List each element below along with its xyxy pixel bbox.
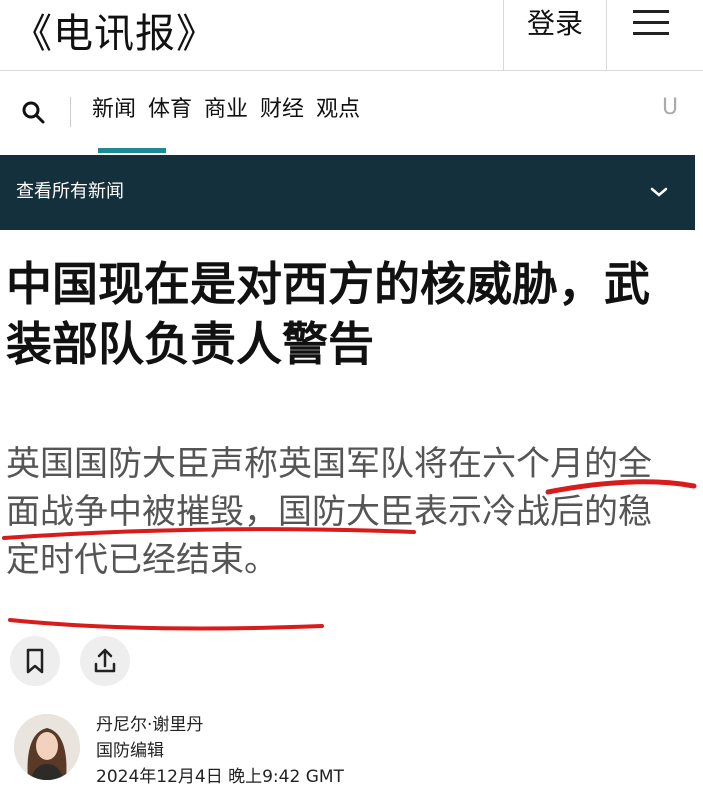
author-name[interactable]: 丹尼尔·谢里丹 — [96, 712, 344, 738]
author-role: 国防编辑 — [96, 741, 164, 761]
share-button[interactable] — [80, 636, 130, 686]
share-icon — [94, 648, 116, 673]
publish-timestamp: 2024年12月4日 晚上9:42 GMT — [96, 767, 344, 787]
chevron-down-icon[interactable] — [650, 187, 668, 197]
avatar — [14, 714, 80, 780]
all-news-bar[interactable]: 查看所有新闻 — [0, 155, 695, 230]
site-logo[interactable]: 《电讯报》 — [12, 6, 217, 62]
nav-item-opinion[interactable]: 观点 — [316, 97, 360, 122]
nav-overflow-item[interactable]: U — [662, 95, 678, 120]
bookmark-button[interactable] — [10, 636, 60, 686]
article-headline: 中国现在是对西方的核威胁，武装部队负责人警告 — [6, 257, 650, 371]
nav-items: 新闻 体育 商业 财经 观点 — [92, 93, 365, 127]
hamburger-menu-icon[interactable] — [607, 0, 703, 52]
search-icon[interactable] — [20, 99, 46, 125]
divider — [70, 97, 71, 127]
nav-active-indicator — [98, 148, 166, 153]
nav-item-sport[interactable]: 体育 — [148, 97, 192, 122]
article-standfirst: 英国国防大臣声称英国军队将在六个月的全面战争中被摧毁，国防大臣表示冷战后的稳定时… — [6, 444, 652, 580]
nav-item-news[interactable]: 新闻 — [92, 97, 136, 122]
nav-item-money[interactable]: 财经 — [260, 97, 304, 122]
login-button[interactable]: 登录 — [504, 0, 606, 48]
section-nav: 新闻 体育 商业 财经 观点 U — [0, 71, 703, 155]
nav-item-business[interactable]: 商业 — [204, 97, 248, 122]
article-byline: 丹尼尔·谢里丹 国防编辑 2024年12月4日 晚上9:42 GMT — [96, 712, 344, 790]
top-bar: 《电讯报》 登录 — [0, 0, 703, 71]
all-news-label: 查看所有新闻 — [16, 181, 124, 202]
bookmark-icon — [26, 648, 44, 674]
